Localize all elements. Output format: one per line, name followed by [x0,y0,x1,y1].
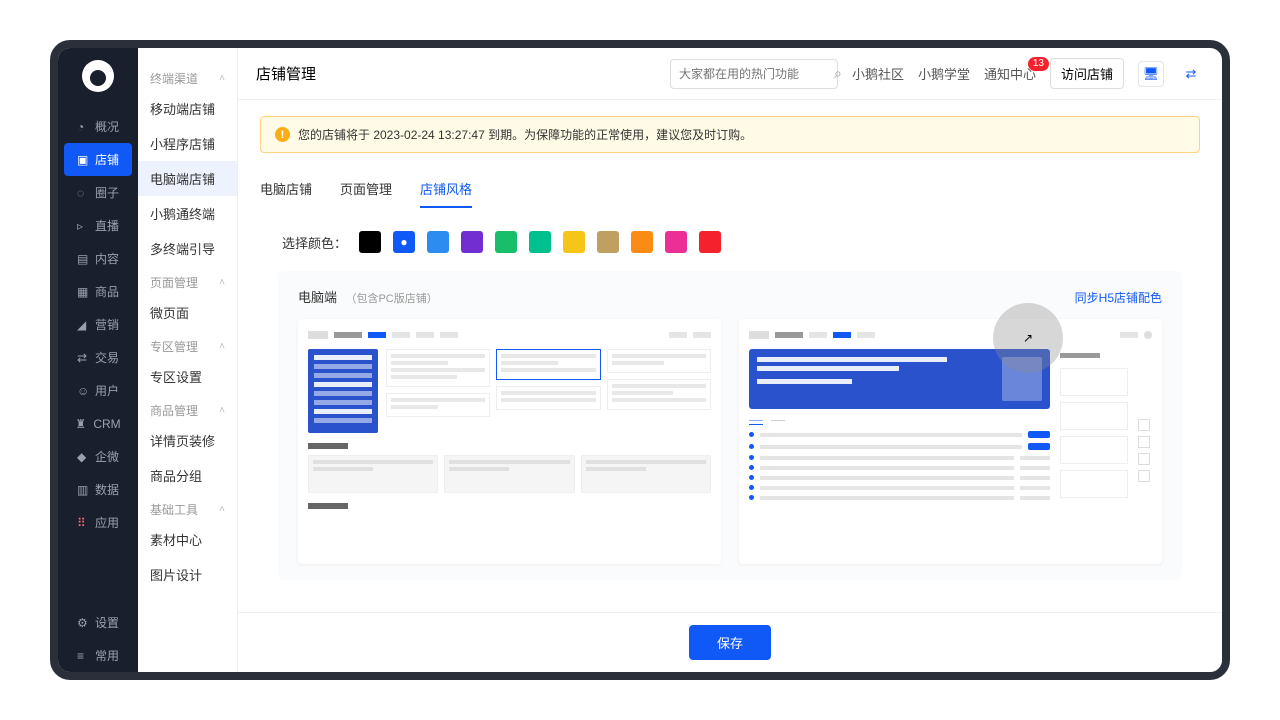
footer-bar: 保存 [238,612,1222,672]
sp-detail-decorate[interactable]: 详情页装修 [138,423,237,458]
nav-goods[interactable]: ▦商品 [58,275,138,308]
app-logo [82,60,114,92]
save-button[interactable]: 保存 [689,625,771,660]
sp-mobile-shop[interactable]: 移动端店铺 [138,91,237,126]
nav-marketing[interactable]: ◢营销 [58,308,138,341]
nav-crm[interactable]: ♜CRM [58,407,138,440]
nav-overview[interactable]: ◔概况 [58,110,138,143]
content-icon: ▤ [77,252,91,266]
chevron-up-icon[interactable]: ˄ [219,73,225,84]
device-icon[interactable]: 🖥 [1138,61,1164,87]
shop-icon: ▣ [77,153,91,167]
preview-title: 电脑端 [298,290,337,305]
color-swatch-7[interactable] [597,231,619,253]
visit-shop-button[interactable]: 访问店铺 [1050,58,1124,89]
tab-page-manage[interactable]: 页面管理 [340,171,392,208]
preview-detail: ———— [739,319,1162,564]
sp-zone-settings[interactable]: 专区设置 [138,359,237,394]
color-swatch-4[interactable] [495,231,517,253]
nav-common[interactable]: ≡常用 [58,639,138,672]
settings-icon: ⚙ [77,616,91,630]
nav-settings[interactable]: ⚙设置 [58,606,138,639]
alert-text: 您的店铺将于 2023-02-24 13:27:47 到期。为保障功能的正常使用… [298,126,752,143]
top-bar: 店铺管理 ⌕ 小鹅社区 小鹅学堂 通知中心13 访问店铺 🖥 ⇄ [238,48,1222,100]
nav-user[interactable]: ☺用户 [58,374,138,407]
nav-live[interactable]: ▹直播 [58,209,138,242]
preview-subtitle: （包含PC版店铺） [345,293,437,305]
color-swatch-3[interactable] [461,231,483,253]
nav-wecom[interactable]: ◆企微 [58,440,138,473]
preview-panel: 电脑端 （包含PC版店铺） 同步H5店铺配色 [278,271,1182,580]
sp-pc-shop[interactable]: 电脑端店铺 [138,161,237,196]
goods-icon: ▦ [77,285,91,299]
trade-icon: ⇄ [77,351,91,365]
preview-homepage [298,319,721,564]
sp-xiaoetong[interactable]: 小鹅通终端 [138,196,237,231]
sp-micropage[interactable]: 微页面 [138,295,237,330]
link-school[interactable]: 小鹅学堂 [918,64,970,83]
search-input[interactable] [679,67,834,81]
color-swatch-5[interactable] [529,231,551,253]
color-swatch-8[interactable] [631,231,653,253]
link-community[interactable]: 小鹅社区 [852,64,904,83]
app-icon: ⠿ [77,516,91,530]
nav-shop[interactable]: ▣店铺 [64,143,132,176]
chevron-up-icon[interactable]: ˄ [219,405,225,416]
crm-icon: ♜ [75,417,89,431]
sp-multi-terminal[interactable]: 多终端引导 [138,231,237,266]
tab-pc-shop[interactable]: 电脑店铺 [260,171,312,208]
preview-section-live [308,443,348,449]
content-tabs: 电脑店铺 页面管理 店铺风格 [260,171,1200,209]
tab-shop-style[interactable]: 店铺风格 [420,171,472,208]
page-title: 店铺管理 [256,63,316,84]
color-picker-row: 选择颜色： ● [282,231,1200,253]
user-icon: ☺ [77,384,91,398]
sp-group-tools: 基础工具˄ [138,493,237,522]
common-icon: ≡ [77,649,91,663]
circle-icon: ◌ [77,186,91,200]
live-icon: ▹ [77,219,91,233]
color-swatch-6[interactable] [563,231,585,253]
nav-app[interactable]: ⠿应用 [58,506,138,539]
main-sidebar: ◔概况 ▣店铺 ◌圈子 ▹直播 ▤内容 ▦商品 ◢营销 ⇄交易 ☺用户 ♜CRM… [58,48,138,672]
warning-icon: ! [275,127,290,142]
color-label: 选择颜色： [282,233,347,252]
color-swatch-9[interactable] [665,231,687,253]
nav-circle[interactable]: ◌圈子 [58,176,138,209]
color-swatch-10[interactable] [699,231,721,253]
nav-trade[interactable]: ⇄交易 [58,341,138,374]
search-icon[interactable]: ⌕ [834,65,842,82]
notification-badge: 13 [1028,57,1049,71]
nav-content[interactable]: ▤内容 [58,242,138,275]
sp-group-channel: 终端渠道˄ [138,62,237,91]
chevron-up-icon[interactable]: ˄ [219,504,225,515]
sp-image-design[interactable]: 图片设计 [138,557,237,592]
sp-group-zone: 专区管理˄ [138,330,237,359]
link-notifications[interactable]: 通知中心13 [984,64,1036,83]
preview-section-course [308,503,348,509]
sub-sidebar: 终端渠道˄ 移动端店铺 小程序店铺 电脑端店铺 小鹅通终端 多终端引导 页面管理… [138,48,238,672]
sp-group-goods: 商品管理˄ [138,394,237,423]
swap-icon[interactable]: ⇄ [1178,61,1204,87]
chevron-up-icon[interactable]: ˄ [219,277,225,288]
data-icon: ▥ [77,483,91,497]
chevron-up-icon[interactable]: ˄ [219,341,225,352]
sp-goods-group[interactable]: 商品分组 [138,458,237,493]
expiry-alert: ! 您的店铺将于 2023-02-24 13:27:47 到期。为保障功能的正常… [260,116,1200,153]
nav-data[interactable]: ▥数据 [58,473,138,506]
sp-miniprogram-shop[interactable]: 小程序店铺 [138,126,237,161]
color-swatch-0[interactable] [359,231,381,253]
marketing-icon: ◢ [77,318,91,332]
search-box[interactable]: ⌕ [670,59,838,89]
overview-icon: ◔ [77,120,91,134]
sp-material-center[interactable]: 素材中心 [138,522,237,557]
sync-h5-link[interactable]: 同步H5店铺配色 [1075,289,1162,306]
wecom-icon: ◆ [77,450,91,464]
color-swatch-2[interactable] [427,231,449,253]
sp-group-page: 页面管理˄ [138,266,237,295]
color-swatch-1[interactable]: ● [393,231,415,253]
